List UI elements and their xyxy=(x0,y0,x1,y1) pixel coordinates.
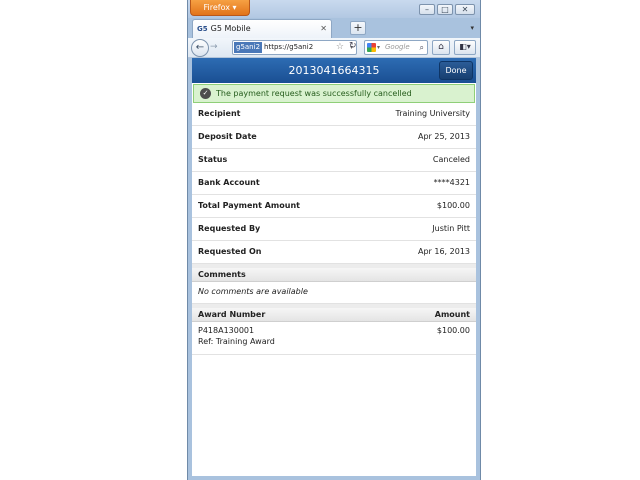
page-content: 2013041664315 Done ✓ The payment request… xyxy=(192,58,476,476)
detail-value: Justin Pitt xyxy=(432,224,470,233)
detail-label: Recipient xyxy=(198,109,241,118)
search-input[interactable]: ▾ Google ⌕ xyxy=(364,40,428,55)
reload-icon[interactable]: ↻ xyxy=(349,41,357,51)
url-bar[interactable]: g5ani2 https://g5ani2 ☆ ▾ xyxy=(232,40,357,55)
addon-button[interactable]: ◧▾ xyxy=(454,40,476,55)
detail-value: $100.00 xyxy=(436,201,470,210)
comments-heading: Comments xyxy=(192,268,476,282)
search-placeholder: Google xyxy=(385,43,410,51)
site-favicon-icon: G5 xyxy=(197,25,208,33)
window-controls: – □ ✕ xyxy=(419,4,475,15)
bookmark-star-icon[interactable]: ☆ xyxy=(336,41,344,54)
navigation-toolbar: ← → g5ani2 https://g5ani2 ☆ ▾ ↻ ▾ Google … xyxy=(188,38,480,58)
award-number-column-header: Award Number xyxy=(198,310,266,319)
window-bottom-border xyxy=(188,476,480,480)
detail-value: Canceled xyxy=(432,155,470,164)
detail-label: Total Payment Amount xyxy=(198,201,300,210)
firefox-menu-button[interactable]: Firefox ▾ xyxy=(190,0,250,16)
browser-window: Firefox ▾ – □ ✕ G5 G5 Mobile ✕ + ▾ ← → g5… xyxy=(187,0,481,480)
comments-empty: No comments are available xyxy=(192,282,476,304)
tab-list-icon[interactable]: ▾ xyxy=(470,24,474,32)
minimize-button[interactable]: – xyxy=(419,4,435,15)
site-identity-badge[interactable]: g5ani2 xyxy=(234,42,263,53)
detail-value: Training University xyxy=(395,109,470,118)
page-title: 2013041664315 xyxy=(288,64,380,77)
detail-label: Deposit Date xyxy=(198,132,257,141)
detail-row-status: Status Canceled xyxy=(192,149,476,172)
tab-bar: G5 G5 Mobile ✕ + ▾ xyxy=(188,18,480,38)
back-button[interactable]: ← xyxy=(191,39,209,57)
search-magnifier-icon[interactable]: ⌕ xyxy=(420,41,424,54)
award-amount: $100.00 xyxy=(436,326,470,335)
home-button[interactable]: ⌂ xyxy=(432,40,450,55)
tab-g5-mobile[interactable]: G5 G5 Mobile ✕ xyxy=(192,19,332,38)
close-window-button[interactable]: ✕ xyxy=(455,4,475,15)
check-icon: ✓ xyxy=(200,88,211,99)
detail-value: Apr 25, 2013 xyxy=(417,132,470,141)
award-reference: Ref: Training Award xyxy=(198,337,275,346)
award-number: P418A130001 xyxy=(198,326,255,335)
done-button[interactable]: Done xyxy=(439,61,473,80)
google-engine-icon[interactable] xyxy=(367,43,376,52)
url-text: https://g5ani2 xyxy=(264,43,314,51)
tab-title: G5 Mobile xyxy=(210,24,251,33)
amount-column-header: Amount xyxy=(434,310,470,319)
title-bar: Firefox ▾ – □ ✕ xyxy=(188,0,480,18)
detail-row-requested-by: Requested By Justin Pitt xyxy=(192,218,476,241)
detail-label: Requested On xyxy=(198,247,262,256)
detail-label: Requested By xyxy=(198,224,261,233)
details-list: Recipient Training University Deposit Da… xyxy=(192,103,476,264)
site-identity-label: g5ani2 xyxy=(236,43,261,51)
detail-row-requested-on: Requested On Apr 16, 2013 xyxy=(192,241,476,264)
comments-heading-label: Comments xyxy=(198,270,246,279)
detail-value: ****4321 xyxy=(433,178,470,187)
maximize-button[interactable]: □ xyxy=(437,4,453,15)
award-row[interactable]: P418A130001 Ref: Training Award $100.00 xyxy=(192,322,476,355)
detail-row-recipient: Recipient Training University xyxy=(192,103,476,126)
engine-dropdown-icon[interactable]: ▾ xyxy=(377,41,380,54)
detail-row-deposit-date: Deposit Date Apr 25, 2013 xyxy=(192,126,476,149)
success-alert: ✓ The payment request was successfully c… xyxy=(193,84,475,103)
detail-label: Status xyxy=(198,155,228,164)
detail-label: Bank Account xyxy=(198,178,260,187)
detail-row-bank-account: Bank Account ****4321 xyxy=(192,172,476,195)
forward-button[interactable]: → xyxy=(210,42,218,52)
page-header: 2013041664315 Done xyxy=(192,58,476,83)
detail-value: Apr 16, 2013 xyxy=(417,247,470,256)
firefox-menu-label: Firefox xyxy=(203,3,230,12)
detail-row-total-payment: Total Payment Amount $100.00 xyxy=(192,195,476,218)
tab-close-icon[interactable]: ✕ xyxy=(320,20,327,38)
alert-message: The payment request was successfully can… xyxy=(216,89,412,98)
new-tab-button[interactable]: + xyxy=(350,21,366,35)
awards-table-header: Award Number Amount xyxy=(192,308,476,322)
